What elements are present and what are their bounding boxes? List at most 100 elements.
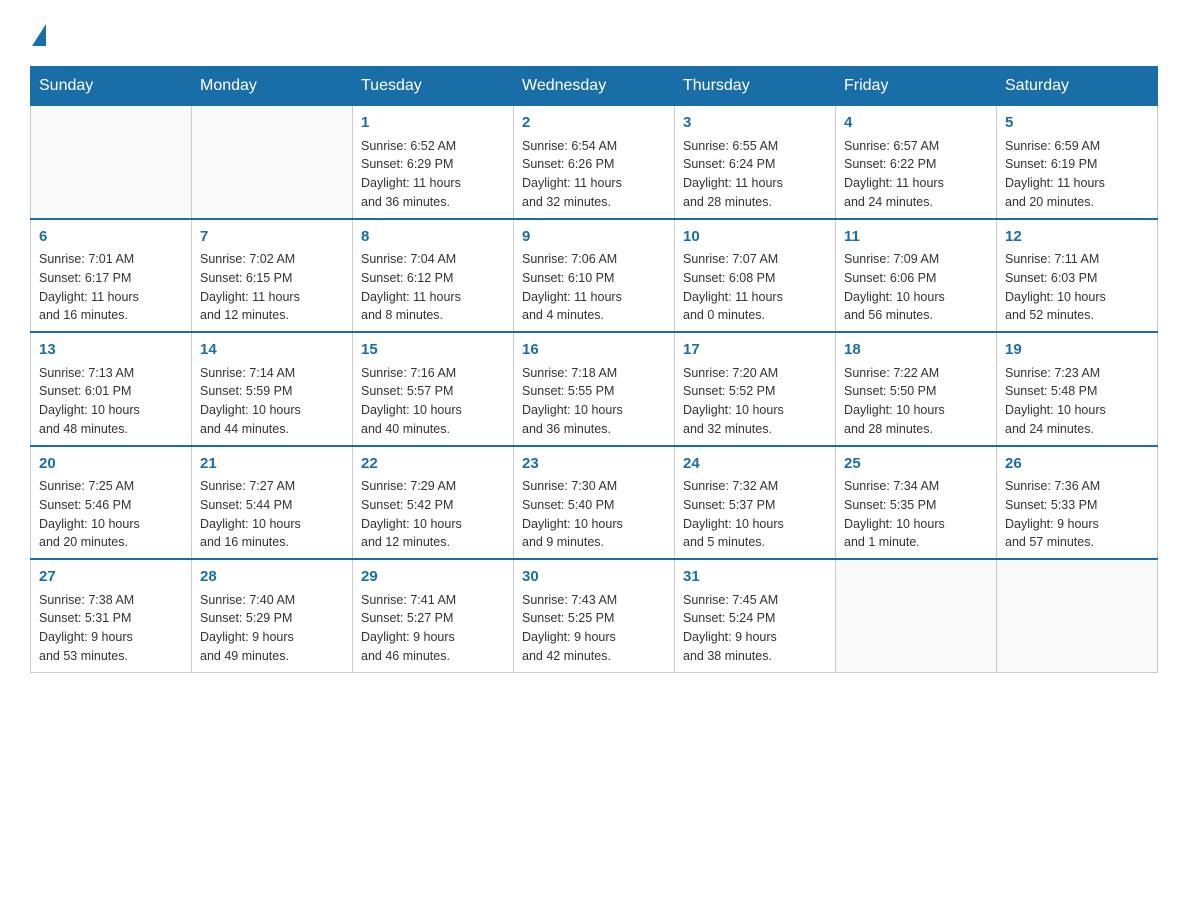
day-number: 11	[844, 226, 988, 249]
day-number: 22	[361, 453, 505, 476]
weekday-header-tuesday: Tuesday	[353, 67, 514, 106]
day-info-line: Sunrise: 7:41 AM	[361, 591, 505, 610]
day-info-line: Sunrise: 7:25 AM	[39, 477, 183, 496]
day-info-line: Sunset: 6:29 PM	[361, 155, 505, 174]
day-info-line: Sunrise: 7:30 AM	[522, 477, 666, 496]
day-info-line: Sunrise: 7:20 AM	[683, 364, 827, 383]
calendar-cell: 5Sunrise: 6:59 AMSunset: 6:19 PMDaylight…	[997, 106, 1158, 219]
day-number: 16	[522, 339, 666, 362]
calendar-cell	[997, 559, 1158, 672]
day-info-line: Sunrise: 7:32 AM	[683, 477, 827, 496]
weekday-header-saturday: Saturday	[997, 67, 1158, 106]
day-info-line: Sunrise: 7:45 AM	[683, 591, 827, 610]
day-info-line: Daylight: 10 hours	[522, 401, 666, 420]
day-info-line: and 53 minutes.	[39, 647, 183, 666]
day-info-line: and 32 minutes.	[683, 420, 827, 439]
calendar-cell: 20Sunrise: 7:25 AMSunset: 5:46 PMDayligh…	[31, 446, 192, 560]
day-number: 23	[522, 453, 666, 476]
day-number: 20	[39, 453, 183, 476]
calendar-week-row: 20Sunrise: 7:25 AMSunset: 5:46 PM Dayligh…	[31, 446, 1158, 560]
calendar-cell: 25Sunrise: 7:34 AMSunset: 5:35 PMDayligh…	[836, 446, 997, 560]
day-info-line: Sunrise: 7:06 AM	[522, 250, 666, 269]
day-info-line: Daylight: 10 hours	[683, 401, 827, 420]
day-info-line: Sunset: 6:24 PM	[683, 155, 827, 174]
day-info-line: and 9 minutes.	[522, 533, 666, 552]
day-info-line: and 24 minutes.	[1005, 420, 1149, 439]
day-number: 30	[522, 566, 666, 589]
day-info-line: Daylight: 10 hours	[844, 401, 988, 420]
weekday-header-wednesday: Wednesday	[514, 67, 675, 106]
day-number: 3	[683, 112, 827, 135]
day-info-line: Daylight: 11 hours	[683, 174, 827, 193]
calendar-cell: 9Sunrise: 7:06 AMSunset: 6:10 PMDaylight…	[514, 219, 675, 333]
calendar-table: SundayMondayTuesdayWednesdayThursdayFrid…	[30, 66, 1158, 673]
day-info-line: Sunrise: 6:54 AM	[522, 137, 666, 156]
day-number: 15	[361, 339, 505, 362]
day-info-line: Sunset: 6:19 PM	[1005, 155, 1149, 174]
day-info-line: Sunset: 5:40 PM	[522, 496, 666, 515]
day-info-line: Sunset: 5:48 PM	[1005, 382, 1149, 401]
day-info-line: Daylight: 9 hours	[683, 628, 827, 647]
day-info-line: Sunset: 5:27 PM	[361, 609, 505, 628]
weekday-header-thursday: Thursday	[675, 67, 836, 106]
day-number: 24	[683, 453, 827, 476]
day-info-line: Sunset: 5:42 PM	[361, 496, 505, 515]
day-info-line: Sunset: 6:08 PM	[683, 269, 827, 288]
day-number: 2	[522, 112, 666, 135]
weekday-header-monday: Monday	[192, 67, 353, 106]
day-info-line: Sunrise: 6:59 AM	[1005, 137, 1149, 156]
day-info-line: Daylight: 11 hours	[683, 288, 827, 307]
day-number: 10	[683, 226, 827, 249]
day-number: 19	[1005, 339, 1149, 362]
calendar-cell: 8Sunrise: 7:04 AMSunset: 6:12 PMDaylight…	[353, 219, 514, 333]
day-info-line: Daylight: 11 hours	[522, 288, 666, 307]
day-info-line: Sunrise: 7:16 AM	[361, 364, 505, 383]
day-number: 7	[200, 226, 344, 249]
calendar-week-row: 6Sunrise: 7:01 AMSunset: 6:17 PMDaylight…	[31, 219, 1158, 333]
page-header	[30, 20, 1158, 46]
day-number: 13	[39, 339, 183, 362]
calendar-cell: 6Sunrise: 7:01 AMSunset: 6:17 PMDaylight…	[31, 219, 192, 333]
calendar-cell: 30Sunrise: 7:43 AMSunset: 5:25 PMDayligh…	[514, 559, 675, 672]
weekday-header-row: SundayMondayTuesdayWednesdayThursdayFrid…	[31, 67, 1158, 106]
day-info-line: Sunrise: 7:01 AM	[39, 250, 183, 269]
day-info-line: Sunrise: 7:29 AM	[361, 477, 505, 496]
day-info-line: Sunrise: 7:18 AM	[522, 364, 666, 383]
day-info-line: Sunset: 6:06 PM	[844, 269, 988, 288]
day-info-line: Daylight: 9 hours	[200, 628, 344, 647]
day-info-line: Sunset: 5:31 PM	[39, 609, 183, 628]
calendar-cell: 28Sunrise: 7:40 AMSunset: 5:29 PMDayligh…	[192, 559, 353, 672]
day-info-line: Daylight: 10 hours	[200, 515, 344, 534]
calendar-cell: 22Sunrise: 7:29 AMSunset: 5:42 PMDayligh…	[353, 446, 514, 560]
day-number: 1	[361, 112, 505, 135]
day-info-line: Sunrise: 7:23 AM	[1005, 364, 1149, 383]
day-number: 17	[683, 339, 827, 362]
day-number: 21	[200, 453, 344, 476]
day-info-line: Sunrise: 7:22 AM	[844, 364, 988, 383]
day-info-line: Daylight: 10 hours	[39, 401, 183, 420]
day-info-line: and 4 minutes.	[522, 306, 666, 325]
day-info-line: Daylight: 11 hours	[200, 288, 344, 307]
calendar-cell: 21Sunrise: 7:27 AMSunset: 5:44 PMDayligh…	[192, 446, 353, 560]
day-info-line: Daylight: 10 hours	[200, 401, 344, 420]
day-info-line: Daylight: 10 hours	[683, 515, 827, 534]
calendar-week-row: 13Sunrise: 7:13 AMSunset: 6:01 PMDayligh…	[31, 332, 1158, 446]
day-number: 31	[683, 566, 827, 589]
day-info-line: and 12 minutes.	[200, 306, 344, 325]
day-info-line: Sunset: 6:15 PM	[200, 269, 344, 288]
calendar-week-row: 1Sunrise: 6:52 AMSunset: 6:29 PMDaylight…	[31, 106, 1158, 219]
day-info-line: Sunrise: 7:14 AM	[200, 364, 344, 383]
day-number: 25	[844, 453, 988, 476]
day-info-line: and 1 minute.	[844, 533, 988, 552]
day-number: 29	[361, 566, 505, 589]
day-info-line: and 28 minutes.	[683, 193, 827, 212]
day-info-line: Sunset: 5:46 PM	[39, 496, 183, 515]
day-info-line: Daylight: 9 hours	[361, 628, 505, 647]
day-info-line: Sunset: 5:24 PM	[683, 609, 827, 628]
day-info-line: and 12 minutes.	[361, 533, 505, 552]
calendar-cell: 27Sunrise: 7:38 AMSunset: 5:31 PMDayligh…	[31, 559, 192, 672]
calendar-cell: 10Sunrise: 7:07 AMSunset: 6:08 PMDayligh…	[675, 219, 836, 333]
day-info-line: and 20 minutes.	[39, 533, 183, 552]
day-info-line: Sunrise: 7:34 AM	[844, 477, 988, 496]
day-info-line: Sunset: 6:26 PM	[522, 155, 666, 174]
